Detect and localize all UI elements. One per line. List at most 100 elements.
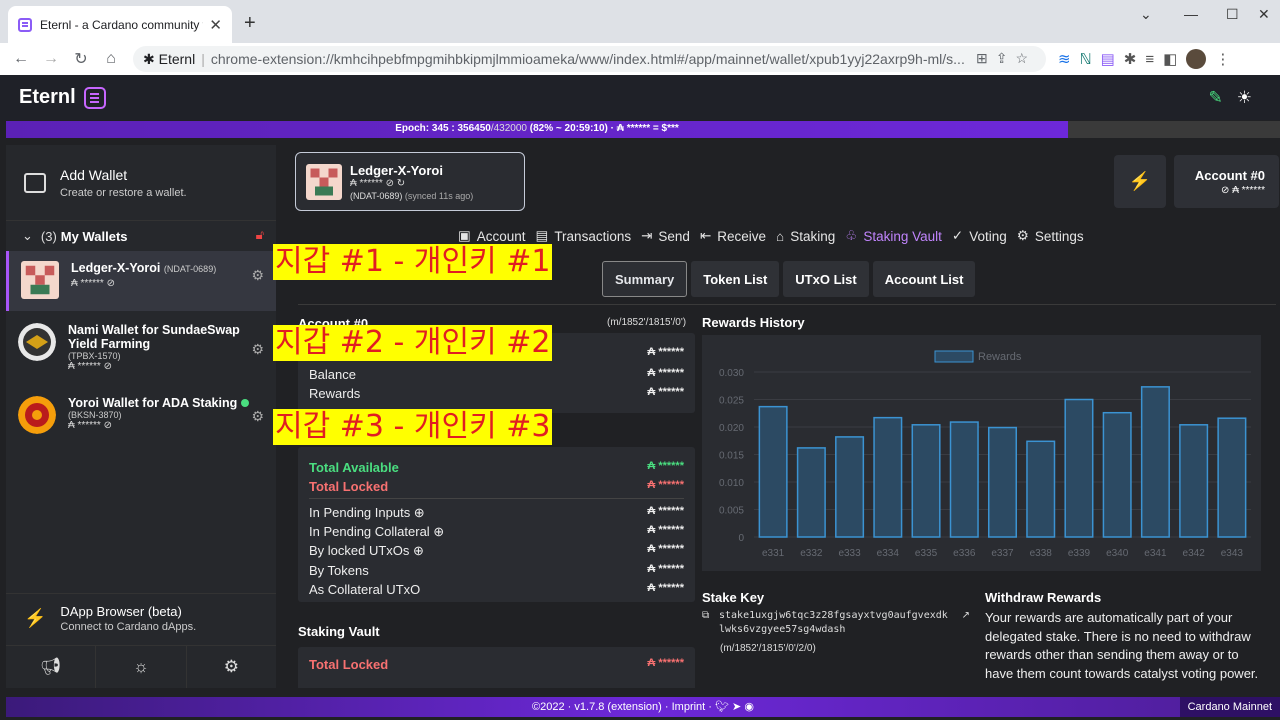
y-tick-label: 0.005 <box>719 506 744 517</box>
legend-label: Rewards <box>978 351 1022 363</box>
rewards-label: Rewards <box>309 386 361 401</box>
wallet-avatar <box>306 163 342 200</box>
x-tick-label: e333 <box>838 548 861 559</box>
staking-vault-box: Total Locked ₳ ****** <box>298 647 695 688</box>
locked-utxos-value: ₳ ****** <box>647 543 684 555</box>
gear-icon[interactable]: ⚙ <box>251 408 264 425</box>
gear-icon[interactable]: ⚙ <box>251 341 264 358</box>
total-locked-value: ₳ ****** <box>647 479 684 491</box>
new-tab-button[interactable]: + <box>244 12 256 35</box>
dapp-connect-button[interactable]: ⚡ <box>1114 155 1166 208</box>
forward-icon[interactable]: → <box>36 50 66 68</box>
theme-toggle-icon[interactable]: ☀ <box>1237 88 1266 107</box>
eye-off-icon[interactable]: ⊘ <box>107 278 115 289</box>
wallet-item[interactable]: Ledger-X-Yoroi (NDAT-0689) ₳ ****** ⊘ ⚙ <box>6 251 276 311</box>
wallet-avatar <box>18 323 56 361</box>
account-selector-button[interactable]: Account #0 ⊘ ₳ ****** <box>1174 155 1279 208</box>
gear-icon: ⚙ <box>1016 228 1029 243</box>
connection-icon[interactable]: ✎ <box>1209 88 1237 107</box>
discord-icon[interactable]: ◉ <box>744 701 754 713</box>
withdraw-description: Your rewards are automatically part of y… <box>985 610 1259 681</box>
lightbulb-icon[interactable]: ☼ <box>96 646 187 688</box>
extension-icon[interactable]: ℕ <box>1080 50 1092 68</box>
pending-collateral-label[interactable]: In Pending Collateral ⊕ <box>309 524 444 540</box>
tab-send[interactable]: ⇥ Send <box>641 225 690 247</box>
settings-icon[interactable]: ⚙ <box>187 646 276 688</box>
y-tick-label: 0 <box>738 533 744 544</box>
back-icon[interactable]: ← <box>6 50 36 68</box>
vault-locked-label: Total Locked <box>309 657 389 672</box>
minimize-button[interactable]: — <box>1184 6 1198 22</box>
menu-icon[interactable]: ⋮ <box>1215 50 1230 68</box>
locked-utxos-label[interactable]: By locked UTxOs ⊕ <box>309 543 424 559</box>
eye-off-icon[interactable]: ⊘ <box>386 178 394 189</box>
subtab-token-list[interactable]: Token List <box>691 261 780 297</box>
bar <box>949 421 979 538</box>
annotation-label: 지갑 #3 - 개인키 #3 <box>273 409 553 445</box>
logo-icon <box>83 86 106 109</box>
url-text: chrome-extension://kmhcihpebfmpgmihbkipm… <box>210 51 965 67</box>
home-icon[interactable]: ⌂ <box>96 50 126 68</box>
chevron-down-icon[interactable]: ⌄ <box>1140 6 1152 23</box>
tab-staking[interactable]: ⌂ Staking <box>776 225 835 247</box>
add-wallet-button[interactable]: Add Wallet Create or restore a wallet. <box>6 145 276 221</box>
puzzle-icon[interactable]: ✱ <box>1124 50 1137 68</box>
browser-tab[interactable]: Eternl - a Cardano community w ✕ <box>8 6 232 43</box>
x-tick-label: e335 <box>915 548 938 559</box>
pending-collateral-value: ₳ ****** <box>647 524 684 536</box>
tab-receive[interactable]: ⇤ Receive <box>700 225 766 247</box>
subtab-utxo-list[interactable]: UTxO List <box>783 261 869 297</box>
sidepanel-icon[interactable]: ◧ <box>1163 50 1177 68</box>
app-logo: Eternl <box>19 86 76 108</box>
gear-icon[interactable]: ⚙ <box>251 267 264 284</box>
url-field[interactable]: ✱ Eternl | chrome-extension://kmhcihpebf… <box>133 46 1046 72</box>
twitter-icon[interactable]: 🐦︎ <box>715 701 729 713</box>
tab-voting[interactable]: ✓ Voting <box>952 225 1007 247</box>
megaphone-icon[interactable]: 📢︎ <box>6 646 97 688</box>
tab-staking-vault[interactable]: ♧ Staking Vault <box>845 225 942 247</box>
subtab-account-list[interactable]: Account List <box>872 261 976 297</box>
sidebar-footer-buttons: 📢︎ ☼ ⚙ <box>6 645 276 688</box>
media-icon[interactable]: ≡ <box>1145 51 1154 68</box>
by-tokens-label: By Tokens <box>309 563 369 578</box>
maximize-button[interactable]: ☐ <box>1226 6 1239 23</box>
subtab-summary[interactable]: Summary <box>602 261 688 297</box>
dapp-browser-button[interactable]: ⚡ DApp Browser (beta) Connect to Cardano… <box>6 593 276 643</box>
sync-status: (synced 11s ago) <box>404 190 474 201</box>
profile-avatar[interactable] <box>1186 49 1207 69</box>
stake-key-section: Stake Key stake1uxgjw6tqc3z28fgsayxtvg0a… <box>702 590 972 654</box>
wallet-item[interactable]: Yoroi Wallet for ADA Staking (BKSN-3870)… <box>6 392 276 442</box>
stake-key-value[interactable]: stake1uxgjw6tqc3z28fgsayxtvg0aufgvexdklw… <box>702 609 970 637</box>
eye-off-icon[interactable]: ⊘ <box>104 420 112 431</box>
wallet-item[interactable]: Nami Wallet for SundaeSwap Yield Farming… <box>6 315 276 387</box>
bar <box>873 416 903 538</box>
vault-locked-value: ₳ ****** <box>647 657 684 669</box>
total-locked-label: Total Locked <box>309 479 389 494</box>
lock-icon[interactable]: 🔓︎ <box>256 227 264 243</box>
balance-value: ₳ ****** <box>647 367 684 379</box>
external-link-icon[interactable]: ↗ <box>962 609 970 623</box>
chevron-down-icon: ⌄ <box>22 228 33 243</box>
reload-icon[interactable]: ↻ <box>66 49 96 69</box>
x-tick-label: e341 <box>1144 548 1167 559</box>
extension-toolbar: ≋ ℕ ▤ ✱ ≡ ◧ ⋮ <box>1058 43 1230 75</box>
y-tick-label: 0.030 <box>719 368 744 379</box>
close-tab-icon[interactable]: ✕ <box>209 16 222 34</box>
tab-settings[interactable]: ⚙ Settings <box>1017 225 1084 247</box>
wallet-name: Yoroi Wallet for ADA Staking <box>68 396 238 410</box>
eternl-extension-icon[interactable]: ▤ <box>1101 50 1115 68</box>
url-actions[interactable]: ⊞⇪☆ <box>976 50 1036 67</box>
total-available-value: ₳ ****** <box>647 460 684 472</box>
pending-inputs-label[interactable]: In Pending Inputs ⊕ <box>309 505 425 521</box>
wallet-card[interactable]: Ledger-X-Yoroi ₳ ****** ⊘ ↻ (NDAT-0689) … <box>295 152 525 211</box>
sync-icon[interactable]: ↻ <box>397 178 405 189</box>
telegram-icon[interactable]: ➤ <box>732 701 741 713</box>
browser-tab-bar: Eternl - a Cardano community w ✕ + ⌄ — ☐… <box>0 0 1280 43</box>
my-wallets-header[interactable]: ⌄ (3) My Wallets 🔓︎ <box>6 221 276 251</box>
eye-off-icon[interactable]: ⊘ <box>104 361 112 372</box>
extension-icon[interactable]: ≋ <box>1058 50 1071 68</box>
wallet-card-name: Ledger-X-Yoroi <box>350 162 443 178</box>
close-window-button[interactable]: ✕ <box>1258 6 1270 23</box>
wallet-balance: ₳ ****** <box>71 278 104 289</box>
wallet-balance: ₳ ****** <box>68 361 101 372</box>
